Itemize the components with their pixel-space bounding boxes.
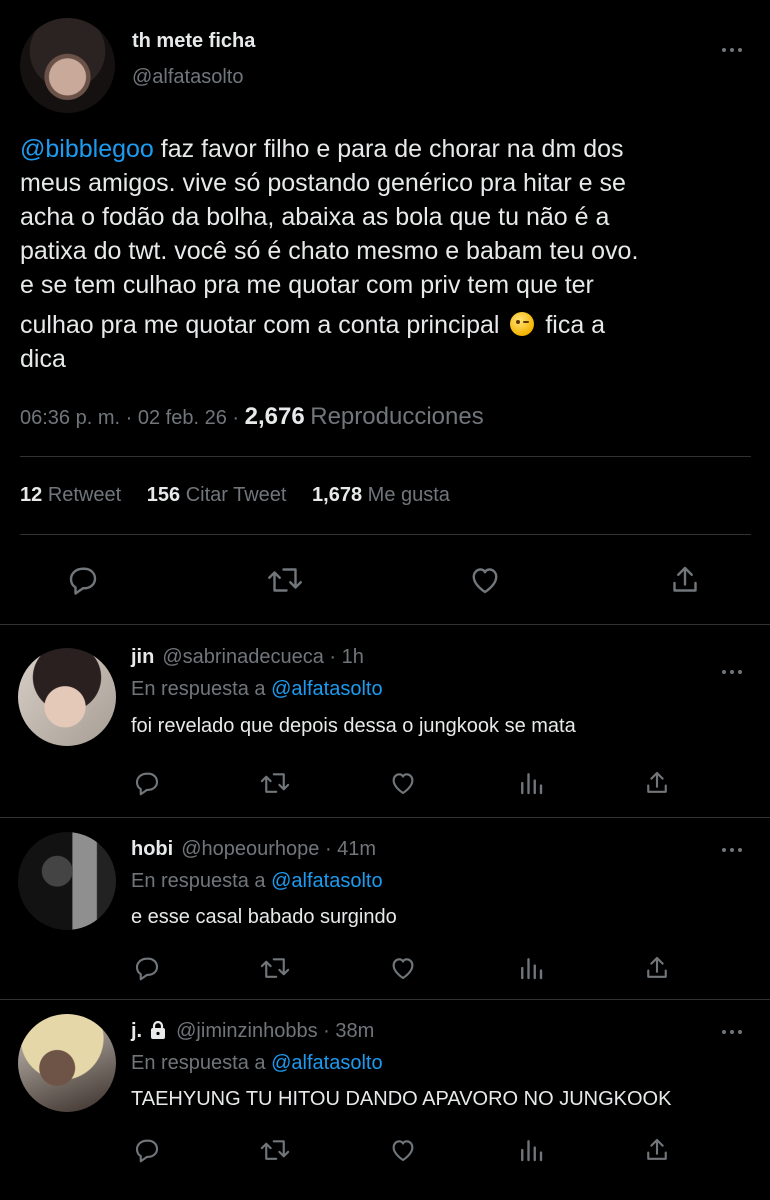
avatar[interactable] xyxy=(18,1014,116,1112)
reply-display-name[interactable]: jin xyxy=(131,646,154,668)
reply-context: En respuesta a @alfatasolto xyxy=(131,678,383,700)
lock-icon xyxy=(151,1021,166,1039)
retweets-count[interactable]: 12 xyxy=(20,484,42,506)
tweet-text: @bibblegoo faz favor filho e para de cho… xyxy=(20,135,639,373)
reply-text: e esse casal babado surgindo xyxy=(131,906,397,928)
retweet-icon[interactable] xyxy=(256,766,294,800)
like-icon[interactable] xyxy=(386,766,420,800)
views-icon[interactable] xyxy=(514,1133,548,1167)
reply-icon[interactable] xyxy=(130,766,164,800)
tweet-detail-page: th mete ficha @alfatasolto @bibblegoo fa… xyxy=(0,0,770,1200)
views-count: 2,676 xyxy=(244,403,305,430)
main-tweet: th mete ficha @alfatasolto @bibblegoo fa… xyxy=(0,0,770,625)
mention-link[interactable]: @alfatasolto xyxy=(271,678,382,700)
mention-link[interactable]: @bibblegoo xyxy=(20,135,154,163)
author-avatar[interactable] xyxy=(20,18,115,113)
reply-tweet[interactable]: j. @jiminzinhobbs · 38m En respuesta a @a… xyxy=(0,1000,770,1200)
more-icon[interactable] xyxy=(718,666,746,678)
retweet-icon[interactable] xyxy=(263,560,307,600)
quotes-label[interactable]: Citar Tweet xyxy=(186,484,287,506)
reply-actions xyxy=(0,1133,770,1173)
retweet-icon[interactable] xyxy=(256,1133,294,1167)
reply-text: foi revelado que depois dessa o jungkook… xyxy=(131,715,576,737)
reply-tweet[interactable]: jin @sabrinadecueca · 1h En respuesta a @… xyxy=(0,626,770,818)
reply-actions xyxy=(0,951,770,991)
reply-handle-time[interactable]: @jiminzinhobbs · 38m xyxy=(176,1020,374,1042)
reply-handle-time[interactable]: @sabrinadecueca · 1h xyxy=(162,646,364,668)
winking-face-emoji xyxy=(510,312,535,336)
reply-context: En respuesta a @alfatasolto xyxy=(131,1052,383,1074)
engagement-stats: 12 Retweet 156 Citar Tweet 1,678 Me gust… xyxy=(20,484,470,507)
reply-display-name[interactable]: hobi xyxy=(131,838,173,860)
views-icon[interactable] xyxy=(514,951,548,985)
likes-label[interactable]: Me gusta xyxy=(368,484,450,506)
likes-count[interactable]: 1,678 xyxy=(312,484,362,506)
mention-link[interactable]: @alfatasolto xyxy=(271,870,382,892)
more-icon[interactable] xyxy=(718,1026,746,1038)
reply-handle-time[interactable]: @hopeourhope · 41m xyxy=(181,838,376,860)
author-handle[interactable]: @alfatasolto xyxy=(132,66,243,89)
author-display-name[interactable]: th mete ficha xyxy=(132,30,255,53)
reply-context: En respuesta a @alfatasolto xyxy=(131,870,383,892)
avatar[interactable] xyxy=(18,832,116,930)
reply-icon[interactable] xyxy=(130,951,164,985)
reply-icon[interactable] xyxy=(63,560,103,600)
like-icon[interactable] xyxy=(386,1133,420,1167)
share-icon[interactable] xyxy=(640,951,674,985)
more-icon[interactable] xyxy=(718,844,746,856)
reply-display-name[interactable]: j. xyxy=(131,1020,142,1042)
retweets-label[interactable]: Retweet xyxy=(48,484,121,506)
tweet-time[interactable]: 06:36 p. m. xyxy=(20,407,120,429)
retweet-icon[interactable] xyxy=(256,951,294,985)
share-icon[interactable] xyxy=(640,766,674,800)
quotes-count[interactable]: 156 xyxy=(147,484,180,506)
reply-actions xyxy=(0,762,770,802)
reply-text: TAEHYUNG TU HITOU DANDO APAVORO NO JUNGK… xyxy=(131,1088,672,1110)
tweet-meta: 06:36 p. m. · 02 feb. 26 · 2,676 Reprodu… xyxy=(20,403,484,430)
more-icon[interactable] xyxy=(718,44,746,56)
tweet-date[interactable]: 02 feb. 26 xyxy=(138,407,227,429)
reply-header: hobi @hopeourhope · 41m xyxy=(131,838,376,861)
views-label: Reproducciones xyxy=(310,403,484,430)
like-icon[interactable] xyxy=(386,951,420,985)
avatar[interactable] xyxy=(18,648,116,746)
views-icon[interactable] xyxy=(514,766,548,800)
share-icon[interactable] xyxy=(665,560,705,600)
reply-header: j. @jiminzinhobbs · 38m xyxy=(131,1020,374,1043)
reply-icon[interactable] xyxy=(130,1133,164,1167)
reply-header: jin @sabrinadecueca · 1h xyxy=(131,646,364,669)
divider xyxy=(20,534,751,535)
mention-link[interactable]: @alfatasolto xyxy=(271,1052,382,1074)
tweet-actions xyxy=(0,555,770,605)
like-icon[interactable] xyxy=(465,560,505,600)
divider xyxy=(20,456,751,457)
reply-tweet[interactable]: hobi @hopeourhope · 41m En respuesta a @a… xyxy=(0,818,770,1000)
share-icon[interactable] xyxy=(640,1133,674,1167)
